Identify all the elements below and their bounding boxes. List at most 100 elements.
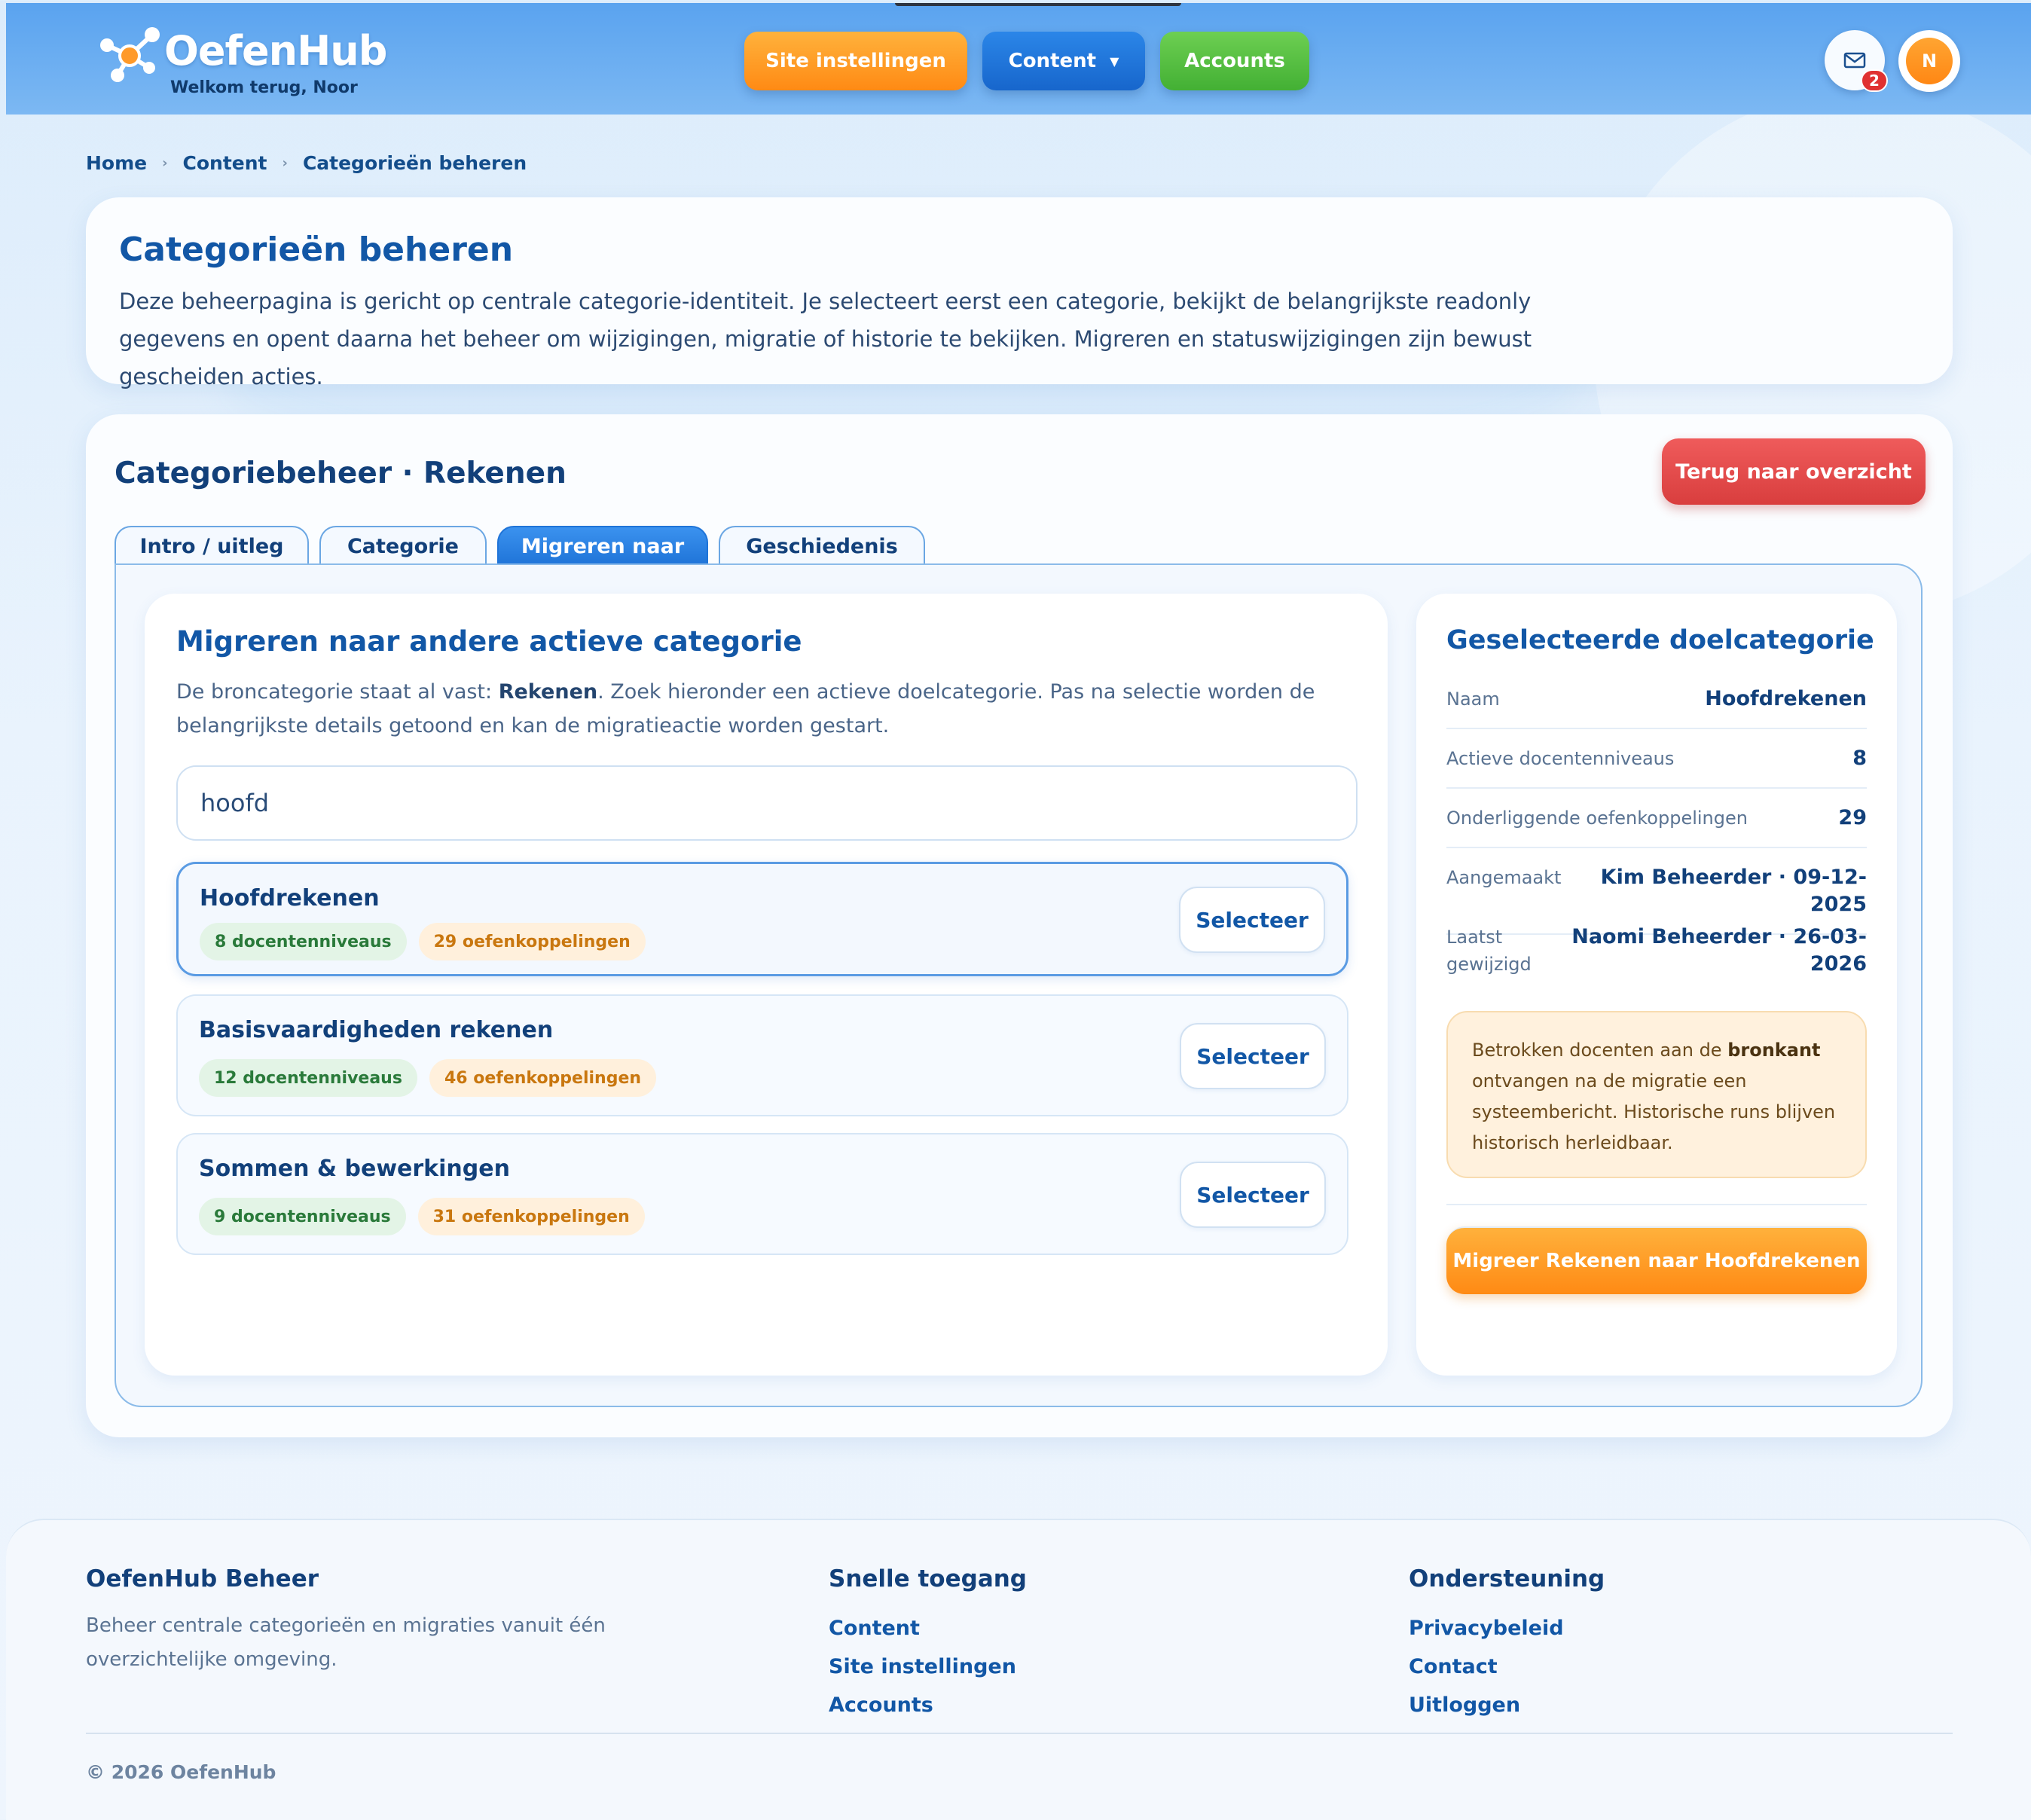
migrate-search-panel: Migreren naar andere actieve categorie D… xyxy=(145,594,1388,1376)
detail-value: Hoofdrekenen xyxy=(1705,687,1867,710)
detail-label: Laatst gewijzigd xyxy=(1446,927,1532,975)
detail-row-levels: Actieve docentenniveaus 8 xyxy=(1446,745,1867,789)
nav-content-label: Content xyxy=(1008,50,1097,72)
selected-target-panel: Geselecteerde doelcategorie Naam Hoofdre… xyxy=(1416,594,1897,1376)
tab-category[interactable]: Categorie xyxy=(319,526,487,565)
migration-info-notice: Betrokken docenten aan de bronkant ontva… xyxy=(1446,1011,1867,1178)
footer-link-content[interactable]: Content xyxy=(829,1609,1027,1647)
levels-badge: 9 docentenniveaus xyxy=(199,1198,406,1235)
source-category-name: Rekenen xyxy=(498,680,598,704)
footer-link-site-settings[interactable]: Site instellingen xyxy=(829,1647,1027,1686)
result-card-sommen[interactable]: Sommen & bewerkingen 9 docentenniveaus 3… xyxy=(176,1133,1348,1255)
info-prefix: Betrokken docenten aan de xyxy=(1472,1040,1728,1061)
detail-value: 29 xyxy=(1838,806,1867,829)
footer: OefenHub Beheer Beheer centrale categori… xyxy=(6,1519,2031,1820)
detail-value: 8 xyxy=(1852,747,1867,770)
main-nav: Site instellingen Content ▼ Accounts xyxy=(744,32,1309,90)
unread-count-badge: 2 xyxy=(1861,69,1888,92)
detail-row-links: Onderliggende oefenkoppelingen 29 xyxy=(1446,805,1867,848)
search-input-value: hoofd xyxy=(200,789,270,817)
nav-site-settings-button[interactable]: Site instellingen xyxy=(744,32,967,90)
intro-card: Categorieën beheren Deze beheerpagina is… xyxy=(86,197,1953,389)
migrate-description: De broncategorie staat al vast: Rekenen.… xyxy=(176,675,1351,743)
brand-logo[interactable]: OefenHub xyxy=(95,23,387,86)
tab-history[interactable]: Geschiedenis xyxy=(719,526,925,565)
chevron-right-icon: › xyxy=(162,155,168,171)
result-badges: 9 docentenniveaus 31 oefenkoppelingen xyxy=(199,1198,645,1235)
user-avatar-button[interactable]: N xyxy=(1898,30,1960,92)
page-title: Categorieën beheren xyxy=(119,231,514,269)
migrate-tab-panel: Migreren naar andere actieve categorie D… xyxy=(115,563,1923,1407)
section-title: Categoriebeheer · Rekenen xyxy=(115,457,567,490)
copyright: © 2026 OefenHub xyxy=(86,1761,276,1783)
levels-badge: 8 docentenniveaus xyxy=(200,923,407,960)
back-to-overview-button[interactable]: Terug naar overzicht xyxy=(1662,438,1926,505)
target-title: Geselecteerde doelcategorie xyxy=(1446,625,1874,655)
info-bold: bronkant xyxy=(1727,1040,1821,1061)
footer-quick-column: Snelle toegang Content Site instellingen… xyxy=(829,1565,1027,1724)
breadcrumb: Home › Content › Categorieën beheren xyxy=(86,152,527,174)
migrate-desc-prefix: De broncategorie staat al vast: xyxy=(176,680,499,704)
messages-button[interactable]: 2 xyxy=(1825,30,1888,92)
detail-row-name: Naam Hoofdrekenen xyxy=(1446,686,1867,729)
footer-brand-column: OefenHub Beheer Beheer centrale categori… xyxy=(86,1565,734,1677)
result-card-hoofdrekenen[interactable]: Hoofdrekenen 8 docentenniveaus 29 oefenk… xyxy=(176,862,1348,976)
footer-quick-title: Snelle toegang xyxy=(829,1565,1028,1592)
envelope-icon xyxy=(1843,52,1866,69)
links-badge: 46 oefenkoppelingen xyxy=(429,1059,657,1097)
tab-intro[interactable]: Intro / uitleg xyxy=(115,526,309,565)
select-button[interactable]: Selecteer xyxy=(1179,887,1325,953)
category-management-card: Categoriebeheer · Rekenen Terug naar ove… xyxy=(86,414,1953,1437)
footer-brand-title: OefenHub Beheer xyxy=(86,1565,319,1592)
detail-row-modified: Laatst gewijzigd Naomi Beheerder · 26-03… xyxy=(1446,924,1867,993)
result-name: Basisvaardigheden rekenen xyxy=(199,1017,554,1043)
page-description: Deze beheerpagina is gericht op centrale… xyxy=(119,289,1532,389)
links-badge: 29 oefenkoppelingen xyxy=(418,923,646,960)
chevron-right-icon: › xyxy=(282,155,288,171)
footer-link-privacy[interactable]: Privacybeleid xyxy=(1409,1609,1605,1647)
detail-label: Actieve docentenniveaus xyxy=(1446,748,1675,769)
result-name: Sommen & bewerkingen xyxy=(199,1156,510,1182)
result-card-basisvaardigheden[interactable]: Basisvaardigheden rekenen 12 docentenniv… xyxy=(176,994,1348,1116)
breadcrumb-current: Categorieën beheren xyxy=(302,152,527,174)
brand-name: OefenHub xyxy=(164,27,387,75)
footer-divider xyxy=(86,1733,1953,1734)
migrate-button[interactable]: Migreer Rekenen naar Hoofdrekenen xyxy=(1446,1226,1867,1294)
info-suffix: ontvangen na de migratie een systeemberi… xyxy=(1472,1070,1836,1153)
molecule-logo-icon xyxy=(95,23,164,86)
top-navigation-bar: OefenHub Welkom terug, Noor Site instell… xyxy=(6,3,2031,115)
footer-link-logout[interactable]: Uitloggen xyxy=(1409,1686,1605,1724)
select-button[interactable]: Selecteer xyxy=(1180,1023,1326,1089)
footer-support-column: Ondersteuning Privacybeleid Contact Uitl… xyxy=(1409,1565,1605,1724)
detail-value: Naomi Beheerder · 26-03-2026 xyxy=(1571,925,1867,976)
tab-bar: Intro / uitleg Categorie Migreren naar G… xyxy=(115,526,925,565)
nav-content-dropdown-button[interactable]: Content ▼ xyxy=(982,32,1145,90)
nav-accounts-button[interactable]: Accounts xyxy=(1160,32,1309,90)
detail-value: Kim Beheerder · 09-12-2025 xyxy=(1600,866,1867,916)
result-name: Hoofdrekenen xyxy=(200,885,380,912)
footer-link-contact[interactable]: Contact xyxy=(1409,1647,1605,1686)
category-search-input[interactable]: hoofd xyxy=(176,765,1358,841)
levels-badge: 12 docentenniveaus xyxy=(199,1059,417,1097)
footer-support-title: Ondersteuning xyxy=(1409,1565,1605,1592)
divider xyxy=(1446,1204,1867,1205)
select-button[interactable]: Selecteer xyxy=(1180,1162,1326,1228)
migrate-title: Migreren naar andere actieve categorie xyxy=(176,625,802,658)
caret-down-icon: ▼ xyxy=(1110,53,1119,69)
detail-label: Aangemaakt xyxy=(1446,867,1562,888)
detail-label: Naam xyxy=(1446,689,1500,710)
window-handle xyxy=(895,3,1181,6)
footer-brand-text: Beheer centrale categorieën en migraties… xyxy=(86,1614,606,1671)
result-badges: 8 docentenniveaus 29 oefenkoppelingen xyxy=(200,923,646,960)
tab-migrate[interactable]: Migreren naar xyxy=(497,526,708,565)
welcome-message: Welkom terug, Noor xyxy=(170,78,358,97)
result-badges: 12 docentenniveaus 46 oefenkoppelingen xyxy=(199,1059,657,1097)
breadcrumb-home-link[interactable]: Home xyxy=(86,152,147,174)
nav-accounts-label: Accounts xyxy=(1184,50,1285,72)
nav-site-settings-label: Site instellingen xyxy=(765,50,946,72)
links-badge: 31 oefenkoppelingen xyxy=(417,1198,645,1235)
avatar: N xyxy=(1906,38,1953,84)
footer-link-accounts[interactable]: Accounts xyxy=(829,1686,1027,1724)
detail-label: Onderliggende oefenkoppelingen xyxy=(1446,808,1748,829)
breadcrumb-content-link[interactable]: Content xyxy=(183,152,267,174)
